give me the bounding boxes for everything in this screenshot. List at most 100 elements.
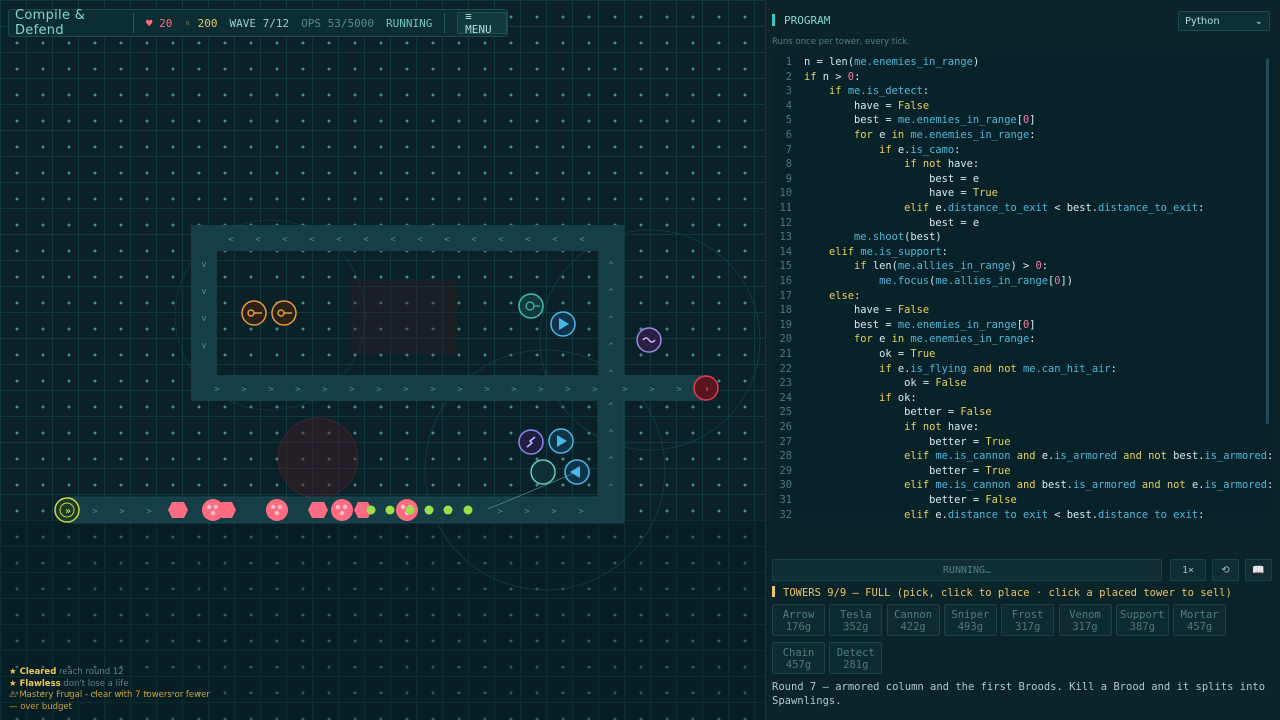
code-line[interactable]: 18 have = False (772, 303, 929, 318)
hud-bar: Compile & Defend ♥ 20 ◦ 200 WAVE 7/12 OP… (8, 8, 508, 38)
code-line[interactable]: 20 for e in me.enemies_in_range: (772, 332, 1035, 347)
code-line[interactable]: 23 ok = False (772, 376, 967, 391)
code-line[interactable]: 24 if ok: (772, 391, 916, 406)
code-line[interactable]: 12 best = e (772, 216, 979, 231)
tower-cannon[interactable] (241, 300, 267, 326)
tower-card-arrow[interactable]: Arrow 176g (772, 604, 825, 636)
tower-card-sniper[interactable]: Sniper 493g (943, 604, 997, 636)
code-line[interactable]: 22 if e.is_flying and not me.can_hit_air… (772, 362, 1116, 377)
achievement-item: ⚠ Mastery Frugal - clear with 7 towers o… (9, 690, 210, 712)
tower-frost[interactable] (530, 459, 556, 485)
run-controls: RUNNING… 1× ⟲ 📖 (772, 559, 1272, 581)
svg-text:>: > (322, 385, 328, 395)
svg-text:<: < (444, 235, 450, 245)
code-line[interactable]: 4 have = False (772, 99, 929, 114)
code-line[interactable]: 5 best = me.enemies_in_range[0] (772, 113, 1036, 128)
language-select[interactable]: Python ⌄ (1178, 11, 1270, 31)
code-token: e (872, 129, 892, 141)
code-line[interactable]: 21 ok = True (772, 347, 935, 362)
svg-text:^: ^ (608, 288, 614, 298)
svg-text:>: > (403, 385, 409, 395)
tower-card-mortar[interactable]: Mortar 457g (1173, 604, 1227, 636)
code-text: elif me.is_cannon and best.is_armored an… (792, 478, 1272, 493)
tower-card-support[interactable]: Support 387g (1115, 604, 1169, 636)
tower-cannon[interactable] (271, 300, 297, 326)
tower-arrow[interactable] (548, 428, 574, 454)
editor-scrollbar[interactable] (1266, 58, 1269, 424)
tower-card-venom[interactable]: Venom 317g (1058, 604, 1112, 636)
svg-text:^: ^ (608, 261, 614, 271)
tower-name: Arrow (782, 609, 815, 621)
menu-button[interactable]: ≡ MENU (457, 10, 507, 36)
code-line[interactable]: 16 me.focus(me.allies_in_range[0]) (772, 274, 1073, 289)
code-text: for e in me.enemies_in_range: (792, 128, 1035, 143)
code-text: best = e (792, 216, 979, 231)
code-line[interactable]: 15 if len(me.allies_in_range) > 0: (772, 259, 1048, 274)
code-line[interactable]: 8 if not have: (772, 157, 979, 172)
svg-text:^: ^ (608, 342, 614, 352)
code-token: : (854, 70, 861, 83)
line-number: 9 (785, 172, 792, 185)
speed-button[interactable]: 1× (1170, 559, 1206, 581)
code-line[interactable]: 27 better = True (772, 435, 1010, 450)
tower-venom[interactable] (636, 327, 662, 353)
code-line[interactable]: 25 better = False (772, 405, 991, 420)
run-status-button[interactable]: RUNNING… (772, 559, 1162, 581)
reset-icon[interactable]: ⟲ (1212, 559, 1239, 581)
code-line[interactable]: 19 best = me.enemies_in_range[0] (772, 318, 1035, 333)
line-number: 15 (779, 260, 792, 273)
code-token: : (1267, 479, 1272, 491)
code-line[interactable]: 30 elif me.is_cannon and best.is_armored… (772, 478, 1272, 493)
code-token: distance_to_exit (947, 508, 1048, 519)
code-line[interactable]: 26 if not have: (772, 420, 979, 435)
tower-tesla[interactable] (518, 429, 544, 455)
code-token: me.is_cannon (935, 479, 1011, 492)
lives-counter: ♥ 20 (145, 16, 173, 30)
header-accent (772, 14, 775, 26)
docs-icon[interactable]: 📖 (1245, 559, 1272, 581)
achievements-list: ★ Cleared reach round 12 ★ Flawless don'… (9, 667, 219, 713)
svg-text:>: > (511, 385, 517, 395)
code-line[interactable]: 9 best = e (772, 172, 979, 187)
spawn-point: » (54, 497, 80, 523)
code-line[interactable]: 13 me.shoot(best) (772, 230, 941, 245)
tower-detect[interactable] (518, 293, 544, 319)
code-token: e (872, 333, 892, 346)
code-line[interactable]: 7 if e.is_camo: (772, 143, 961, 158)
towers-header: TOWERS 9/9 — FULL (pick, click to place … (772, 586, 1232, 599)
code-line[interactable]: 28 elif me.is_cannon and e.is_armored an… (772, 449, 1272, 464)
code-line[interactable]: 6 for e in me.enemies_in_range: (772, 128, 1036, 143)
game-board[interactable]: > > > > > > > ^ ^ ^ ^ > > > > > > > > > > > > > > > > > > v v v v < <… (0, 0, 765, 720)
tower-name: Detect (836, 647, 875, 659)
towers-header-text: TOWERS 9/9 — FULL (pick, click to place … (783, 587, 1232, 599)
panel-title: PROGRAM (784, 14, 831, 27)
tower-card-cannon[interactable]: Cannon 422g (886, 604, 940, 636)
tower-card-detect[interactable]: Detect 281g (829, 642, 883, 674)
tower-card-frost[interactable]: Frost 317g (1001, 604, 1055, 636)
code-line[interactable]: 31 better = False (772, 493, 1016, 508)
code-line[interactable]: 3 if me.is_detect: (772, 84, 929, 99)
code-line[interactable]: 2 if n > 0: (772, 70, 861, 85)
code-line[interactable]: 10 have = True (772, 186, 997, 201)
tower-card-chain[interactable]: Chain 457g (772, 642, 825, 674)
code-line[interactable]: 29 better = True (772, 464, 1010, 479)
code-line[interactable]: 17 else: (772, 289, 860, 304)
tower-card-tesla[interactable]: Tesla 352g (829, 604, 883, 636)
svg-text:<: < (363, 235, 369, 245)
svg-text:<: < (471, 235, 477, 245)
code-line[interactable]: 14 elif me.is_support: (772, 245, 948, 260)
code-token: False (935, 377, 967, 390)
code-line[interactable]: 11 elif e.distance_to_exit < best.distan… (772, 201, 1204, 216)
svg-text:>: > (295, 385, 301, 395)
svg-text:>: > (551, 507, 557, 517)
tower-name: Venom (1069, 609, 1101, 621)
code-line[interactable]: 1n = len(me.enemies_in_range) (772, 55, 979, 70)
code-token: if (804, 70, 817, 83)
code-token: me.focus (879, 275, 930, 287)
code-editor[interactable]: 1n = len(me.enemies_in_range) 2 if n > 0: 3… (772, 54, 1272, 519)
tower-arrow[interactable] (550, 311, 576, 337)
code-text: elif me.is_support: (792, 245, 948, 260)
code-line[interactable]: 32 elif e.distance_to_exit < best.distan… (772, 508, 1204, 519)
